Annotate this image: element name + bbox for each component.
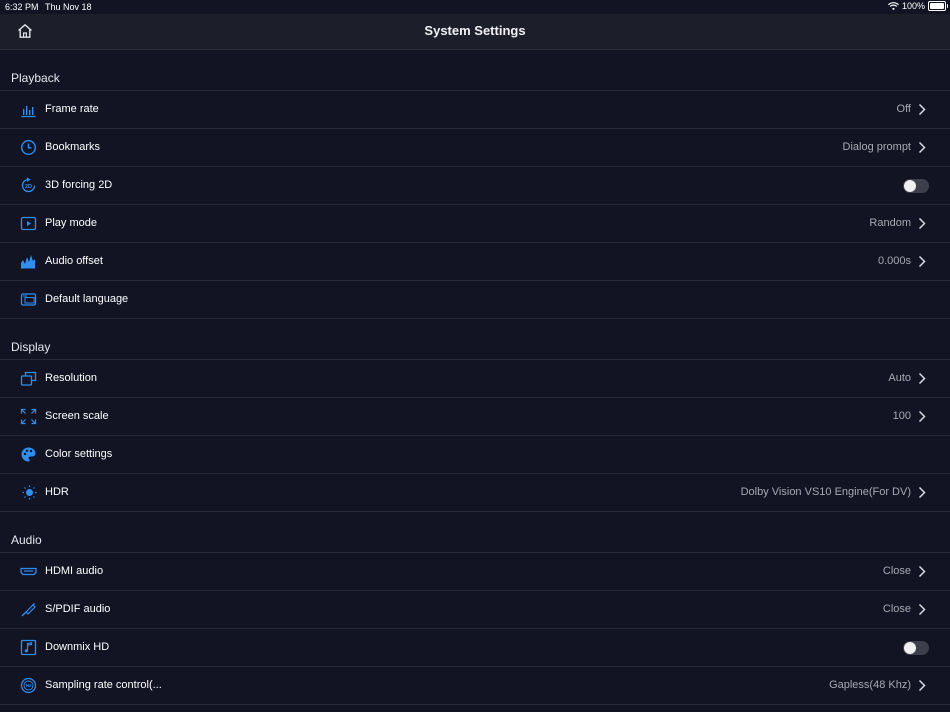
chevron-right-icon bbox=[918, 103, 926, 116]
chevron-right-icon bbox=[918, 565, 926, 578]
setting-label: Bookmarks bbox=[45, 141, 101, 153]
hdr-icon bbox=[22, 485, 37, 500]
page-title: System Settings bbox=[424, 23, 526, 38]
svg-text:2D: 2D bbox=[25, 184, 32, 190]
toggle-3d-forcing-2d[interactable] bbox=[903, 179, 929, 193]
setting-label: Default language bbox=[45, 293, 129, 305]
chevron-right-icon bbox=[918, 372, 926, 385]
setting-value: Dolby Vision VS10 Engine(For DV) bbox=[740, 486, 911, 498]
svg-text:Hz: Hz bbox=[26, 683, 32, 688]
language-icon bbox=[20, 293, 37, 306]
setting-value: Off bbox=[896, 103, 911, 115]
section-header-audio: Audio bbox=[0, 512, 950, 552]
setting-label: Screen scale bbox=[45, 410, 109, 422]
setting-label: S/PDIF audio bbox=[45, 603, 111, 615]
status-right: 100% bbox=[888, 1, 948, 11]
setting-frame-rate[interactable]: Frame rate Off bbox=[0, 90, 950, 128]
setting-value: Gapless(48 Khz) bbox=[829, 679, 911, 691]
setting-label: Frame rate bbox=[45, 103, 99, 115]
2d-rotate-icon: 2D bbox=[21, 177, 36, 193]
chevron-right-icon bbox=[918, 486, 926, 499]
setting-downmix-hd[interactable]: Downmix HD bbox=[0, 628, 950, 666]
setting-color-settings[interactable]: Color settings bbox=[0, 435, 950, 473]
setting-value: Close bbox=[882, 603, 911, 615]
play-icon bbox=[20, 216, 37, 231]
setting-resolution[interactable]: Resolution Auto bbox=[0, 359, 950, 397]
setting-label: HDMI audio bbox=[45, 565, 104, 577]
section-header-display: Display bbox=[0, 319, 950, 359]
battery-percent: 100% bbox=[901, 1, 925, 11]
sampling-rate-icon: Hz bbox=[20, 677, 37, 694]
setting-label: Resolution bbox=[45, 372, 97, 384]
status-date: Thu Nov 18 bbox=[45, 2, 92, 12]
toggle-downmix-hd[interactable] bbox=[903, 641, 929, 655]
chevron-right-icon bbox=[918, 217, 926, 230]
setting-label: Play mode bbox=[45, 217, 97, 229]
chevron-right-icon bbox=[918, 255, 926, 268]
chevron-right-icon bbox=[918, 141, 926, 154]
setting-label: Sampling rate control(... bbox=[45, 679, 162, 691]
setting-screen-scale[interactable]: Screen scale 100 bbox=[0, 397, 950, 435]
clock-icon bbox=[20, 139, 37, 156]
status-bar: 6:32 PM Thu Nov 18 100% bbox=[0, 0, 950, 14]
setting-audio-offset[interactable]: Audio offset 0.000s bbox=[0, 242, 950, 280]
setting-default-language[interactable]: Default language bbox=[0, 280, 950, 319]
section-title: Playback bbox=[11, 71, 60, 85]
wifi-icon bbox=[888, 2, 899, 10]
setting-label: 3D forcing 2D bbox=[45, 179, 113, 191]
nav-bar: System Settings bbox=[0, 14, 950, 50]
setting-hdmi-audio[interactable]: HDMI audio Close bbox=[0, 552, 950, 590]
hdmi-icon bbox=[20, 567, 37, 576]
setting-label: Audio offset bbox=[45, 255, 103, 267]
bar-chart-icon bbox=[21, 106, 36, 118]
battery-icon bbox=[928, 1, 948, 11]
setting-value: Random bbox=[869, 217, 911, 229]
palette-icon bbox=[21, 447, 36, 462]
chevron-right-icon bbox=[918, 603, 926, 616]
chevron-right-icon bbox=[918, 679, 926, 692]
status-time: 6:32 PM bbox=[5, 2, 39, 12]
setting-value: 0.000s bbox=[877, 255, 911, 267]
setting-spdif-audio[interactable]: S/PDIF audio Close bbox=[0, 590, 950, 628]
setting-label: Color settings bbox=[45, 448, 113, 460]
setting-label: Downmix HD bbox=[45, 641, 110, 653]
setting-3d-forcing-2d[interactable]: 2D 3D forcing 2D bbox=[0, 166, 950, 204]
section-header-playback: Playback bbox=[0, 50, 950, 90]
setting-label: HDR bbox=[45, 486, 69, 498]
section-title: Audio bbox=[11, 533, 42, 547]
setting-hdr[interactable]: HDR Dolby Vision VS10 Engine(For DV) bbox=[0, 473, 950, 512]
section-title: Display bbox=[11, 340, 51, 354]
setting-bookmarks[interactable]: Bookmarks Dialog prompt bbox=[0, 128, 950, 166]
settings-list: Playback Frame rate Off Bookmarks Dialog… bbox=[0, 50, 950, 705]
audio-wave-icon bbox=[21, 255, 35, 269]
setting-value: Dialog prompt bbox=[842, 141, 911, 153]
setting-value: Close bbox=[882, 565, 911, 577]
setting-value: Auto bbox=[888, 372, 911, 384]
resolution-icon bbox=[20, 371, 37, 386]
expand-icon bbox=[20, 408, 37, 425]
setting-sampling-rate[interactable]: Hz Sampling rate control(... Gapless(48 … bbox=[0, 666, 950, 705]
spdif-icon bbox=[21, 603, 36, 617]
setting-value: 100 bbox=[892, 410, 911, 422]
chevron-right-icon bbox=[918, 410, 926, 423]
setting-play-mode[interactable]: Play mode Random bbox=[0, 204, 950, 242]
music-note-icon bbox=[20, 639, 37, 656]
